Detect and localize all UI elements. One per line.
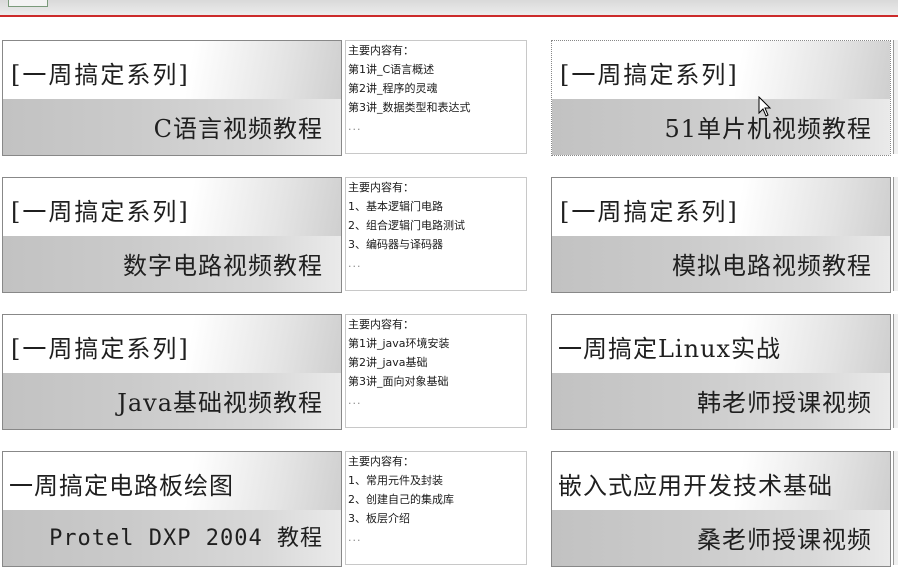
course-title: 韩老师授课视频: [697, 389, 872, 417]
description-heading: 主要内容有：: [348, 181, 414, 194]
course-description-c: 主要内容有： 第1讲_C语言概述 第2讲_程序的灵魂 第3讲_数据类型和表达式 …: [345, 40, 527, 154]
page-icon: [8, 0, 48, 7]
description-heading: 主要内容有：: [348, 318, 414, 331]
description-line: 2、创建自己的集成库: [348, 493, 454, 506]
description-more: ...: [348, 394, 362, 407]
description-heading: 主要内容有：: [348, 44, 414, 57]
course-description-digital-circuit: 主要内容有： 1、基本逻辑门电路 2、组合逻辑门电路测试 3、编码器与译码器 .…: [345, 177, 527, 291]
course-banner-51mcu[interactable]: [一周搞定系列] 51单片机视频教程: [551, 40, 891, 156]
course-title: 模拟电路视频教程: [672, 252, 872, 280]
course-title: 数字电路视频教程: [123, 252, 323, 280]
description-line: 2、组合逻辑门电路测试: [348, 219, 465, 232]
description-heading: 主要内容有：: [348, 455, 414, 468]
course-banner-analog-circuit[interactable]: [一周搞定系列] 模拟电路视频教程: [551, 177, 891, 293]
description-line: 3、编码器与译码器: [348, 238, 443, 251]
description-more: ...: [348, 120, 362, 133]
course-title: 桑老师授课视频: [697, 526, 872, 554]
course-series-label: [一周搞定系列]: [560, 61, 739, 89]
course-title: C语言视频教程: [153, 115, 323, 143]
description-line: 第2讲_程序的灵魂: [348, 82, 438, 95]
course-series-label: 一周搞定Linux实战: [558, 335, 782, 363]
course-banner-protel[interactable]: 一周搞定电路板绘图 Protel DXP 2004 教程: [2, 451, 342, 567]
course-banner-java[interactable]: [一周搞定系列] Java基础视频教程: [2, 314, 342, 430]
description-more: ...: [348, 531, 362, 544]
course-series-label: [一周搞定系列]: [11, 61, 190, 89]
description-line: 1、基本逻辑门电路: [348, 200, 443, 213]
course-banner-c[interactable]: [一周搞定系列] C语言视频教程: [2, 40, 342, 156]
mouse-cursor-icon: [758, 96, 772, 117]
description-line: 1、常用元件及封装: [348, 474, 443, 487]
description-more: ...: [348, 257, 362, 270]
description-line: 第1讲_C语言概述: [348, 63, 435, 76]
course-description-protel: 主要内容有： 1、常用元件及封装 2、创建自己的集成库 3、板层介绍 ...: [345, 451, 527, 565]
course-series-label: [一周搞定系列]: [11, 198, 190, 226]
course-banner-embedded[interactable]: 嵌入式应用开发技术基础 桑老师授课视频: [551, 451, 891, 567]
next-column-edge: [893, 177, 898, 291]
course-description-java: 主要内容有： 第1讲_java环境安装 第2讲_java基础 第3讲_面向对象基…: [345, 314, 527, 428]
browser-top-bar: [0, 0, 898, 17]
next-column-edge: [893, 40, 898, 154]
course-series-label: 一周搞定电路板绘图: [9, 472, 234, 500]
description-line: 第3讲_面向对象基础: [348, 375, 449, 388]
description-line: 第2讲_java基础: [348, 356, 428, 369]
next-column-edge: [893, 451, 898, 565]
course-title: Java基础视频教程: [117, 389, 323, 417]
description-line: 第1讲_java环境安装: [348, 337, 450, 350]
description-line: 第3讲_数据类型和表达式: [348, 101, 471, 114]
description-line: 3、板层介绍: [348, 512, 410, 525]
course-series-label: 嵌入式应用开发技术基础: [558, 472, 833, 500]
course-title: Protel DXP 2004 教程: [49, 526, 323, 551]
next-column-edge: [893, 314, 898, 428]
course-series-label: [一周搞定系列]: [11, 335, 190, 363]
course-series-label: [一周搞定系列]: [560, 198, 739, 226]
course-banner-digital-circuit[interactable]: [一周搞定系列] 数字电路视频教程: [2, 177, 342, 293]
course-banner-linux[interactable]: 一周搞定Linux实战 韩老师授课视频: [551, 314, 891, 430]
